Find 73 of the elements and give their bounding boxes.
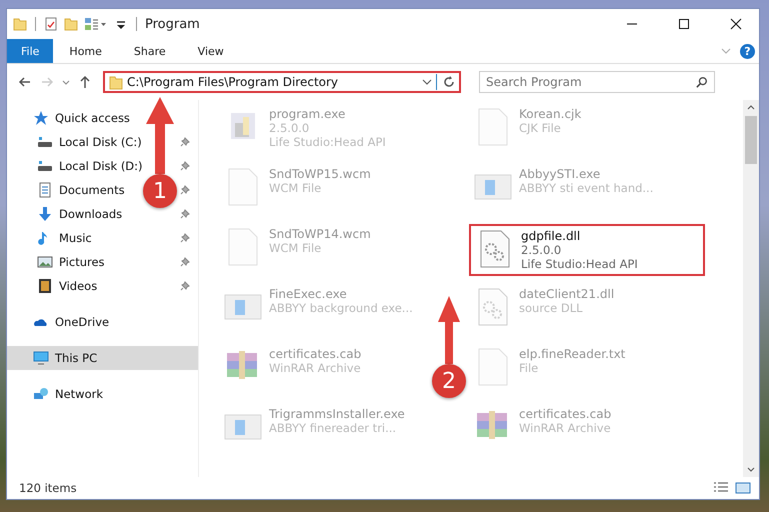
sidebar-item[interactable]: Network xyxy=(7,382,108,406)
file-item[interactable]: gdpfile.dll 2.5.0.0 Life Studio:Head API xyxy=(469,224,705,276)
file-name: AbbyySTI.exe xyxy=(519,167,602,181)
sidebar-item[interactable]: This PC xyxy=(7,346,198,370)
star-icon xyxy=(33,110,49,126)
sidebar-item[interactable]: Music xyxy=(7,226,96,250)
video-icon xyxy=(37,278,53,294)
sidebar-item[interactable]: OneDrive xyxy=(7,310,114,334)
step-number-badge: 2 xyxy=(432,364,466,398)
address-bar[interactable]: C:\Program Files\Program Directory xyxy=(103,71,461,93)
file-name: certificates.cab xyxy=(519,407,612,421)
view-options-icon[interactable] xyxy=(84,17,108,31)
folder-icon[interactable] xyxy=(13,17,27,31)
large-icons-view-icon[interactable] xyxy=(735,481,751,495)
window-title: Program xyxy=(145,16,200,32)
file-name: SndToWP14.wcm xyxy=(269,227,371,241)
file-detail: WCM File xyxy=(269,181,322,195)
pin-icon[interactable] xyxy=(180,185,190,195)
file-name: SndToWP15.wcm xyxy=(269,167,371,181)
pin-icon[interactable] xyxy=(180,281,190,291)
scrollbar-thumb[interactable] xyxy=(745,116,757,164)
file-detail: WCM File xyxy=(269,241,322,255)
file-name: dateClient21.dll xyxy=(519,287,614,301)
file-name: program.exe xyxy=(269,107,346,121)
sidebar-item[interactable]: Quick access xyxy=(7,106,134,130)
file-name: Korean.cjk xyxy=(519,107,582,121)
picture-icon xyxy=(37,254,53,270)
pc-icon xyxy=(33,350,49,366)
file-detail: ABBYY sti event hand... xyxy=(519,181,654,195)
pin-icon[interactable] xyxy=(180,137,190,147)
file-detail: WinRAR Archive xyxy=(269,361,362,375)
doc-icon xyxy=(37,182,53,198)
pin-icon[interactable] xyxy=(180,233,190,243)
pin-icon[interactable] xyxy=(180,161,190,171)
file-detail: Life Studio:Head API xyxy=(269,135,386,149)
new-folder-icon[interactable] xyxy=(64,17,78,31)
network-icon xyxy=(33,386,49,402)
file-detail: ABBYY finereader tri... xyxy=(269,421,398,435)
file-name: elp.fineReader.txt xyxy=(519,347,626,361)
pin-icon[interactable] xyxy=(180,209,190,219)
disk-icon xyxy=(37,134,53,150)
properties-icon[interactable] xyxy=(44,17,58,31)
download-icon xyxy=(37,206,53,222)
sidebar-item[interactable]: Documents xyxy=(7,178,129,202)
sidebar-item[interactable]: Local Disk (C:) xyxy=(7,130,146,154)
sidebar-item[interactable]: Pictures xyxy=(7,250,109,274)
file-detail: WinRAR Archive xyxy=(519,421,612,435)
file-detail: Life Studio:Head API xyxy=(521,257,638,271)
file-detail: CJK File xyxy=(519,121,562,135)
file-detail: 2.5.0.0 xyxy=(521,243,562,257)
file-name: gdpfile.dll xyxy=(521,229,582,243)
search-icon xyxy=(696,76,708,88)
file-name: TrigrammsInstaller.exe xyxy=(269,407,405,421)
disk-icon xyxy=(37,158,53,174)
file-name: FineExec.exe xyxy=(269,287,348,301)
help-button[interactable]: ? xyxy=(740,44,755,58)
folder-icon xyxy=(109,74,123,90)
file-detail: 2.5.0.0 xyxy=(269,121,310,135)
sidebar-item[interactable]: Downloads xyxy=(7,202,126,226)
file-detail: source DLL xyxy=(519,301,584,315)
file-detail: File xyxy=(519,361,540,375)
step-number-badge: 1 xyxy=(143,174,177,208)
file-name: certificates.cab xyxy=(269,347,362,361)
dropdown-icon[interactable] xyxy=(422,77,432,87)
annotation-arrow xyxy=(438,296,460,364)
scrollbar[interactable] xyxy=(743,100,759,477)
search-field[interactable]: Search Program xyxy=(479,71,715,93)
item-count: 120 items xyxy=(19,481,77,495)
sidebar-item[interactable]: Videos xyxy=(7,274,102,298)
ribbon-tab[interactable]: File xyxy=(7,39,54,63)
address-path: C:\Program Files\Program Directory xyxy=(127,75,340,89)
pin-icon[interactable] xyxy=(180,257,190,267)
file-detail: ABBYY background exe... xyxy=(269,301,413,315)
